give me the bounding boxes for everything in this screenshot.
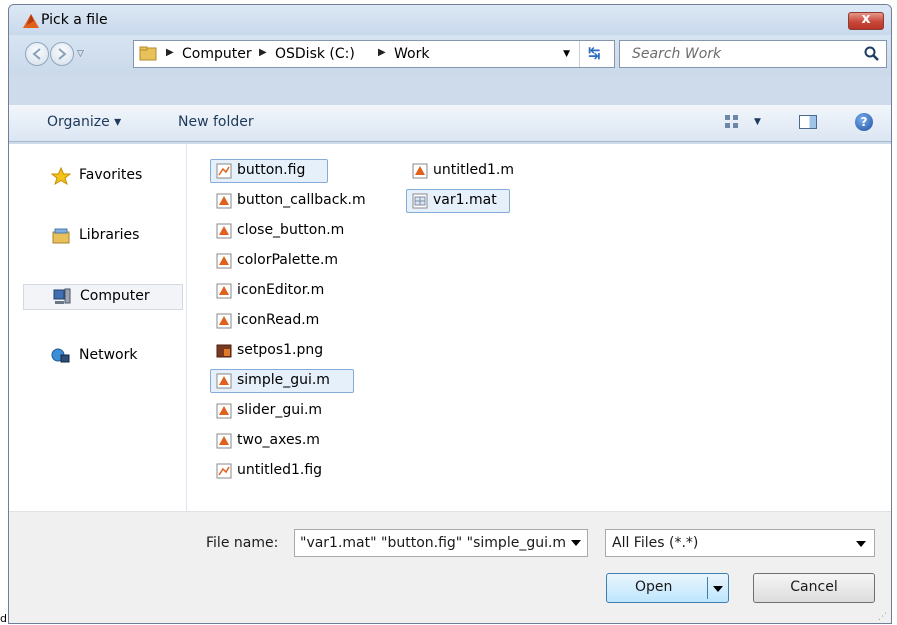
bottom-panel: File name: "var1.mat" "button.fig" "simp… xyxy=(9,511,891,623)
file-item-two-axes[interactable]: two_axes.m xyxy=(210,429,350,453)
libraries-icon xyxy=(52,228,70,244)
back-button[interactable] xyxy=(25,42,49,66)
command-bar: Organize ▾ New folder ▼ ? xyxy=(9,105,891,142)
network-icon xyxy=(51,348,70,363)
resize-grip-icon[interactable]: ⋰ xyxy=(878,612,887,622)
folder-icon xyxy=(139,46,157,61)
window-title: Pick a file xyxy=(41,12,108,28)
cancel-label: Cancel xyxy=(790,579,838,595)
fig-file-icon xyxy=(216,463,232,479)
cancel-button[interactable]: Cancel xyxy=(753,573,875,603)
file-item-iconread[interactable]: iconRead.m xyxy=(210,309,350,333)
chevron-down-icon xyxy=(571,540,581,546)
chevron-down-icon[interactable] xyxy=(713,586,723,592)
star-icon xyxy=(51,167,71,185)
file-name-dropdown[interactable] xyxy=(565,530,587,556)
file-item-colorpalette[interactable]: colorPalette.m xyxy=(210,249,360,273)
new-folder-button[interactable]: New folder xyxy=(178,114,254,130)
arrow-left-icon xyxy=(32,48,41,60)
m-file-icon xyxy=(216,313,232,329)
refresh-icon: ↹ xyxy=(588,44,601,62)
m-file-icon xyxy=(412,163,428,179)
content-area: Favorites Libraries Computer Network but… xyxy=(9,144,891,511)
preview-pane-icon[interactable] xyxy=(799,115,817,129)
fig-file-icon xyxy=(216,163,232,179)
nav-item-network[interactable]: Network xyxy=(23,344,183,370)
view-options-icon[interactable] xyxy=(724,113,742,131)
nav-label: Network xyxy=(79,347,138,363)
breadcrumb-work[interactable]: Work xyxy=(394,46,429,62)
history-dropdown-icon[interactable]: ▽ xyxy=(77,49,84,59)
m-file-icon xyxy=(216,193,232,209)
nav-item-libraries[interactable]: Libraries xyxy=(23,224,183,250)
navigation-pane: Favorites Libraries Computer Network xyxy=(9,144,187,511)
search-input[interactable]: Search Work xyxy=(632,46,721,62)
breadcrumb-osdisk[interactable]: OSDisk (C:) xyxy=(275,46,355,62)
close-icon: x xyxy=(861,11,871,27)
file-name-label: File name: xyxy=(206,535,279,551)
open-button[interactable]: Open xyxy=(606,573,729,603)
file-item-setpos1[interactable]: setpos1.png xyxy=(210,339,350,363)
chevron-right-icon: ▶ xyxy=(166,47,174,58)
file-item-simple-gui[interactable]: simple_gui.m xyxy=(210,369,354,393)
chevron-right-icon: ▶ xyxy=(259,47,267,58)
chevron-down-icon[interactable]: ▼ xyxy=(563,49,570,59)
file-name-value: "var1.mat" "button.fig" "simple_gui.m" xyxy=(300,535,573,551)
file-item-button-callback[interactable]: button_callback.m xyxy=(210,189,390,213)
m-file-icon xyxy=(216,433,232,449)
m-file-icon xyxy=(216,223,232,239)
arrow-right-icon xyxy=(58,48,67,60)
nav-label: Libraries xyxy=(79,227,140,243)
refresh-button[interactable]: ↹ xyxy=(579,41,614,67)
open-label: Open xyxy=(635,579,673,595)
page-mark: d xyxy=(0,612,7,625)
png-file-icon xyxy=(216,344,232,358)
matlab-logo-icon xyxy=(23,14,39,28)
computer-icon xyxy=(53,288,71,304)
help-icon[interactable]: ? xyxy=(855,113,873,131)
m-file-icon xyxy=(216,283,232,299)
m-file-icon xyxy=(216,253,232,269)
nav-item-computer[interactable]: Computer xyxy=(23,284,183,310)
file-item-close-button[interactable]: close_button.m xyxy=(210,219,370,243)
nav-label: Favorites xyxy=(79,167,143,183)
chevron-down-icon[interactable]: ▼ xyxy=(754,117,761,127)
close-button[interactable]: x xyxy=(848,11,884,30)
file-name-input[interactable]: "var1.mat" "button.fig" "simple_gui.m" xyxy=(294,529,588,557)
file-item-slider-gui[interactable]: slider_gui.m xyxy=(210,399,350,423)
mat-file-icon xyxy=(412,193,428,209)
file-dialog: Pick a file x ▽ ▶ Computer ▶ OSDisk (C:)… xyxy=(8,4,892,624)
chevron-down-icon xyxy=(856,541,866,547)
search-box[interactable]: Search Work xyxy=(619,40,887,68)
m-file-icon xyxy=(216,403,232,419)
file-item-untitled1-m[interactable]: untitled1.m xyxy=(406,159,536,183)
search-icon[interactable] xyxy=(864,46,880,62)
breadcrumb-computer[interactable]: Computer xyxy=(182,46,252,62)
organize-button[interactable]: Organize ▾ xyxy=(47,114,121,130)
file-type-value: All Files (*.*) xyxy=(612,535,699,551)
file-item-untitled1-fig[interactable]: untitled1.fig xyxy=(210,459,350,483)
file-item-iconeditor[interactable]: iconEditor.m xyxy=(210,279,360,303)
chevron-right-icon: ▶ xyxy=(378,47,386,58)
file-item-var1-mat[interactable]: var1.mat xyxy=(406,189,510,213)
navigation-row: ▽ ▶ Computer ▶ OSDisk (C:) ▶ Work ▼ ↹ Se… xyxy=(9,35,891,75)
file-type-select[interactable]: All Files (*.*) xyxy=(605,529,875,557)
split-divider xyxy=(707,577,708,599)
address-bar[interactable]: ▶ Computer ▶ OSDisk (C:) ▶ Work ▼ ↹ xyxy=(133,40,615,68)
title-bar: Pick a file x xyxy=(9,5,891,35)
file-item-button-fig[interactable]: button.fig xyxy=(210,159,328,183)
m-file-icon xyxy=(216,373,232,389)
nav-label: Computer xyxy=(80,288,150,304)
nav-item-favorites[interactable]: Favorites xyxy=(23,164,183,190)
forward-button[interactable] xyxy=(50,42,74,66)
